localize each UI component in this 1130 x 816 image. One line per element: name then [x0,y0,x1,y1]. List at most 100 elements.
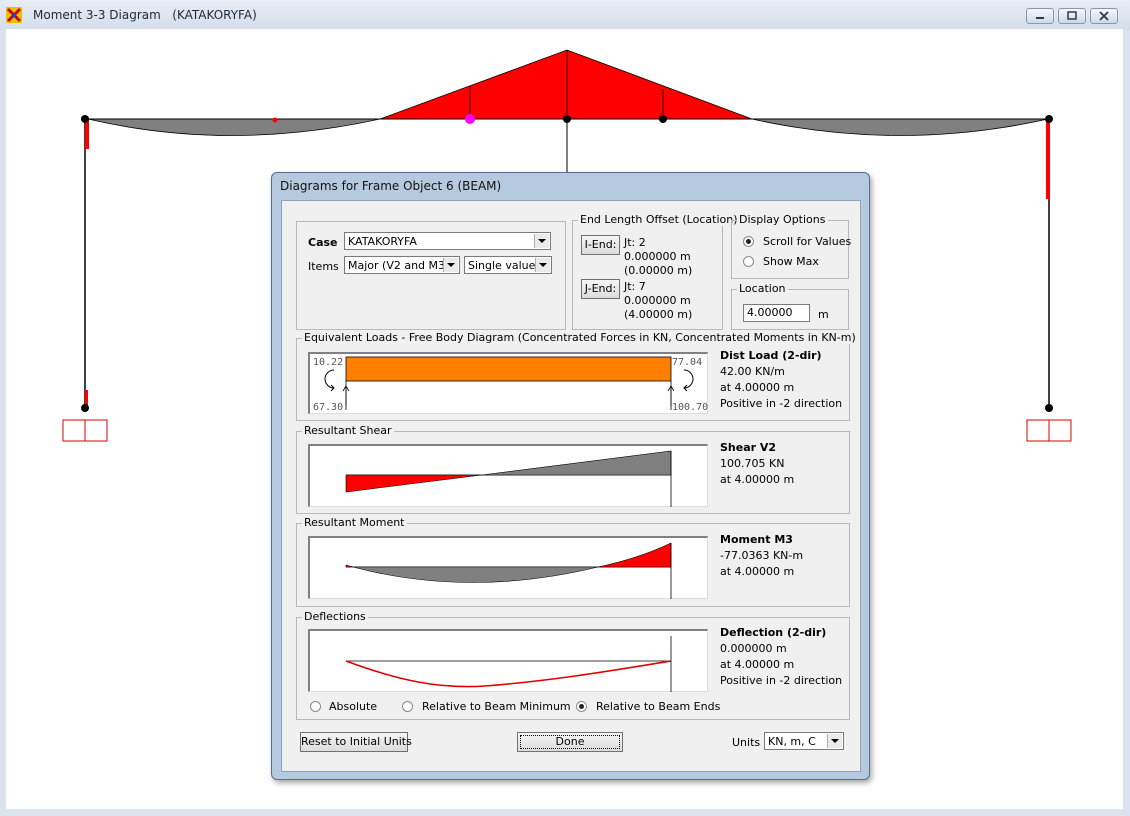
i-end-location: (0.00000 m) [624,264,693,277]
frame-diagram-dialog: Diagrams for Frame Object 6 (BEAM) Case … [271,172,870,780]
joint[interactable] [81,404,89,412]
hinge-point [272,117,278,123]
moment-info: Moment M3 -77.0363 KN-m at 4.00000 m [720,532,803,580]
right-moment-arrow-icon [683,369,694,389]
scroll-values-radio[interactable] [743,236,754,247]
center-positive-moment [379,49,753,120]
left-force-value: 67.30 [313,402,343,413]
free-body-svg: 10.22 77.04 67.30 100.70 [313,356,708,413]
show-max-label[interactable]: Show Max [763,255,819,268]
location-input[interactable]: 4.00000 [743,304,810,322]
distributed-load-bar [345,356,672,382]
app-icon [6,7,22,23]
moment-info-at: at 4.00000 m [720,565,795,578]
j-end-joint: Jt: 7 [624,280,646,293]
i-end-info: Jt: 2 0.000000 m (0.00000 m) [624,236,692,278]
dist-load-at: at 4.00000 m [720,381,795,394]
chevron-down-icon[interactable] [443,258,458,272]
relative-ends-label[interactable]: Relative to Beam Ends [596,700,720,713]
deflection-title: Deflections [302,610,368,623]
main-title-bar: Moment 3-3 Diagram (KATAKORYFA) [0,0,1130,30]
relative-ends-radio[interactable] [576,701,587,712]
moment-svg [345,542,672,599]
shear-positive-region [345,474,483,493]
case-label: Case [308,236,338,249]
chevron-down-icon[interactable] [534,234,549,248]
units-label: Units [732,736,761,749]
deflection-info-value: 0.000000 m [720,642,787,655]
joint[interactable] [1045,115,1053,123]
right-column-moment [1046,119,1050,199]
j-end-button[interactable]: J-End: [581,279,620,299]
deflection-info: Deflection (2-dir) 0.000000 m at 4.00000… [720,625,842,689]
left-moment-arrow-icon [324,369,335,389]
moment-plot [308,536,708,599]
shear-title: Resultant Shear [302,424,394,437]
free-body-plot: 10.22 77.04 67.30 100.70 [308,352,708,414]
dialog-body: Case KATAKORYFA Items Major (V2 and M3) … [281,200,861,772]
items-label: Items [308,260,339,273]
case-select[interactable]: KATAKORYFA [344,232,551,250]
items-select-value: Major (V2 and M3) [348,259,450,272]
moment-info-value: -77.0363 KN-m [720,549,804,562]
j-end-location: (4.00000 m) [624,308,693,321]
deflection-info-title: Deflection (2-dir) [720,626,827,639]
shear-negative-region [481,450,672,476]
chevron-down-icon[interactable] [827,734,842,748]
case-select-value: KATAKORYFA [348,235,417,248]
shear-svg [345,450,672,507]
right-beam-negative-moment [751,118,1049,136]
units-select[interactable]: KN, m, C [764,732,844,750]
deflection-svg [345,636,672,692]
joint[interactable] [563,115,571,123]
relative-min-label[interactable]: Relative to Beam Minimum [422,700,571,713]
joint[interactable] [81,115,89,123]
minimize-icon [1036,17,1044,19]
right-force-value: 100.70 [672,402,708,413]
left-support-icon [62,419,108,442]
i-end-button[interactable]: I-End: [581,235,620,255]
relative-min-radio[interactable] [402,701,413,712]
joint[interactable] [659,115,667,123]
moment-info-title: Moment M3 [720,533,793,546]
reset-units-button[interactable]: Reset to Initial Units [300,732,412,752]
joint[interactable] [1045,404,1053,412]
j-end-offset: 0.000000 m [624,294,691,307]
close-icon [1099,11,1109,21]
units-select-value: KN, m, C [768,735,816,748]
deflection-info-at: at 4.00000 m [720,658,795,671]
maximize-button[interactable] [1058,8,1086,24]
shear-info-at: at 4.00000 m [720,473,795,486]
display-options-group: Display Options [731,213,849,279]
absolute-radio[interactable] [310,701,321,712]
deflection-info-note: Positive in -2 direction [720,674,843,687]
absolute-label[interactable]: Absolute [329,700,377,713]
show-max-radio[interactable] [743,256,754,267]
close-button[interactable] [1090,8,1118,24]
chevron-down-icon[interactable] [535,258,550,272]
value-mode-value: Single valued [468,259,543,272]
display-options-title: Display Options [737,213,828,226]
i-end-joint: Jt: 2 [624,236,646,249]
moment-title: Resultant Moment [302,516,407,529]
dialog-title: Diagrams for Frame Object 6 (BEAM) [280,179,502,193]
done-button[interactable]: Done [517,732,623,752]
shear-info-title: Shear V2 [720,441,777,454]
dist-load-title: Dist Load (2-dir) [720,349,822,362]
deflected-shape-line [345,660,672,688]
items-select[interactable]: Major (V2 and M3) [344,256,460,274]
right-support-icon [1026,419,1072,442]
moment-positive-region [597,542,672,568]
j-end-info: Jt: 7 0.000000 m (4.00000 m) [624,280,692,322]
scroll-values-label[interactable]: Scroll for Values [763,235,851,248]
maximize-icon [1067,11,1077,20]
deflection-plot [308,629,708,692]
minimize-button[interactable] [1026,8,1054,24]
value-mode-select[interactable]: Single valued [464,256,552,274]
shear-info: Shear V2 100.705 KN at 4.00000 m [720,440,794,488]
selected-joint[interactable] [465,114,475,124]
moment-negative-region [352,566,599,583]
left-beam-negative-moment [87,118,381,136]
dist-load-info: Dist Load (2-dir) 42.00 KN/m at 4.00000 … [720,348,842,412]
equivalent-loads-title: Equivalent Loads - Free Body Diagram (Co… [302,331,858,344]
